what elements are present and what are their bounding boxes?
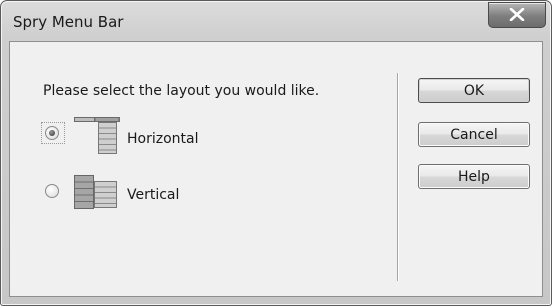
- vertical-radio[interactable]: [45, 184, 59, 198]
- ok-button[interactable]: OK: [418, 78, 530, 103]
- dialog-content: Please select the layout you would like.…: [9, 41, 543, 297]
- window-title: Spry Menu Bar: [13, 13, 124, 31]
- vertical-menu-layout-icon: [74, 175, 117, 209]
- dialog-window: Spry Menu Bar Please select the layout y…: [0, 0, 552, 306]
- cancel-button[interactable]: Cancel: [418, 122, 530, 147]
- layout-prompt: Please select the layout you would like.: [43, 83, 320, 99]
- close-icon: [509, 8, 525, 21]
- help-button[interactable]: Help: [418, 164, 530, 189]
- close-button[interactable]: [488, 2, 546, 28]
- horizontal-radio[interactable]: [45, 126, 59, 140]
- vertical-label[interactable]: Vertical: [127, 187, 179, 203]
- vertical-divider: [397, 73, 398, 281]
- horizontal-label[interactable]: Horizontal: [127, 131, 198, 147]
- horizontal-menu-layout-icon: [74, 117, 120, 154]
- title-bar[interactable]: Spry Menu Bar: [1, 1, 551, 41]
